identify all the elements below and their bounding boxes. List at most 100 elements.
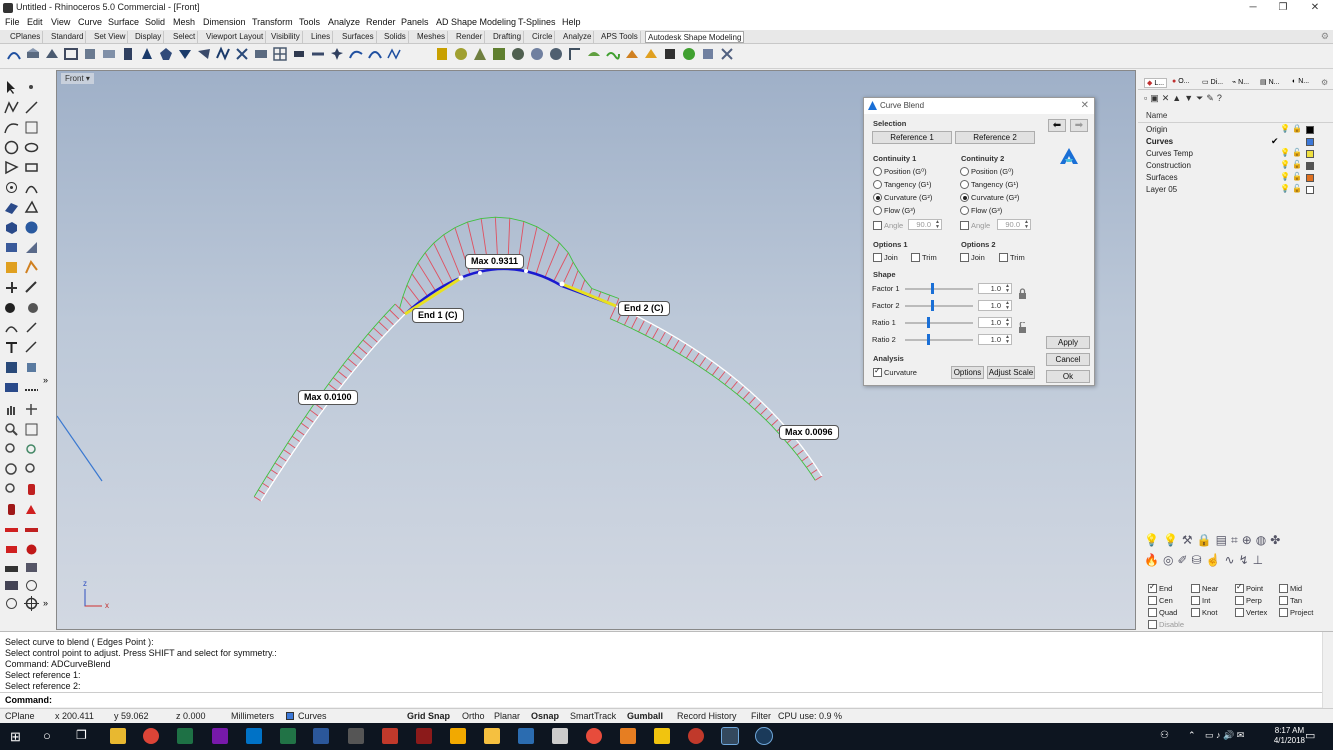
move-down-icon[interactable]: ▼ [1184,93,1196,103]
filter-toggle[interactable]: Filter [751,711,771,721]
filter-icon[interactable]: ⏷ [1196,93,1206,103]
osnap-near-checkbox[interactable]: Near [1191,584,1218,593]
project-icon[interactable] [280,728,296,744]
ratio1-slider[interactable] [905,317,973,328]
origin-color-swatch[interactable] [1306,126,1314,134]
adjust-scale-button[interactable]: Adjust Scale [987,366,1035,379]
dialog-close-button[interactable]: ✕ [1081,100,1089,111]
dimension-icon[interactable] [24,340,39,355]
layer-05[interactable]: Layer 05 [1146,185,1177,194]
red-tool-2-icon[interactable] [24,522,39,537]
crop-icon[interactable]: ⌗ [1231,533,1242,547]
app-icon-2[interactable] [382,728,398,744]
excel-icon[interactable] [177,728,193,744]
factor2-field[interactable]: 1.0 ▲ ▼ [978,300,1012,311]
mesh-tools-icon[interactable] [24,240,39,255]
surface-tools-2-icon[interactable] [24,200,39,215]
layer05-lock-icon[interactable]: 🔓 [1292,184,1302,193]
wave-icon[interactable]: ∿ [1225,553,1239,567]
rail-revolve-icon[interactable] [158,46,174,62]
end1-label[interactable]: End 1 (C) [412,308,464,323]
osnap-tan-checkbox[interactable]: Tan [1279,596,1302,605]
ratio1-slider-thumb[interactable] [927,317,931,328]
arc-tool-icon[interactable] [4,180,19,195]
c1-position-radio[interactable]: Position (G⁰) [873,167,927,176]
c2-flow-radio[interactable]: Flow (G³) [960,206,1002,215]
ad-shape-icon-6[interactable] [529,46,545,62]
tab-standard[interactable]: Standard [49,31,87,43]
layer-construction[interactable]: Construction [1146,161,1191,170]
patch-icon[interactable] [82,46,98,62]
angle2-checkbox[interactable]: Angle [960,221,990,230]
menu-dimension[interactable]: Dimension [203,17,246,27]
layer-surfaces[interactable]: Surfaces [1146,173,1178,182]
more-tools-chevron-icon[interactable]: » [43,375,48,385]
tab-solids[interactable]: Solids [382,31,409,43]
new-sublayer-icon[interactable]: ▣ [1150,93,1162,103]
tab-visibility[interactable]: Visibility [269,31,303,43]
menu-render[interactable]: Render [366,17,396,27]
red-tool-4-icon[interactable] [24,542,39,557]
tab-surfaces[interactable]: Surfaces [340,31,377,43]
menu-surface[interactable]: Surface [108,17,139,27]
ad-shape-icon-14[interactable] [681,46,697,62]
tab-autodesk-shape-modeling[interactable]: Autodesk Shape Modeling [645,31,745,43]
panel-tab-n1[interactable]: ⌁ N... [1232,78,1249,86]
origin-lock-icon[interactable]: 🔒 [1292,124,1302,133]
menu-edit[interactable]: Edit [27,17,43,27]
polyline-tool-icon[interactable] [4,100,19,115]
people-icon[interactable]: ⚇ [1160,730,1169,741]
app-icon-7[interactable] [586,728,602,744]
c2-tangency-radio[interactable]: Tangency (G¹) [960,180,1019,189]
move-icon[interactable] [24,280,39,295]
blend-control-point[interactable] [478,271,482,275]
layout-icon[interactable]: ▤ [1216,533,1231,547]
curve-icon[interactable] [348,46,364,62]
tab-circle[interactable]: Circle [530,31,556,43]
c1-flow-radio[interactable]: Flow (G³) [873,206,915,215]
factor1-spinner-icon[interactable]: ▲ ▼ [1005,284,1010,294]
gumball-toggle[interactable]: Gumball [627,711,663,721]
polygon-tool-icon[interactable] [4,160,19,175]
rotate-icon[interactable] [24,320,39,335]
menu-help[interactable]: Help [562,17,581,27]
layer-tool-icon[interactable] [4,560,19,575]
curves-temp-color-swatch[interactable] [1306,150,1314,158]
end2-control-point[interactable] [559,281,565,287]
command-scrollbar[interactable] [1322,632,1333,708]
toolbar-settings-icon[interactable]: ⚙ [1321,31,1329,42]
tab-lines[interactable]: Lines [309,31,334,43]
layer-curves[interactable]: Curves [1146,137,1173,146]
ad-shape-icon-1[interactable] [434,46,450,62]
print-icon[interactable] [24,560,39,575]
left-curve[interactable] [260,313,406,502]
target-2-icon[interactable]: ⊕ [1242,533,1256,547]
fillet-icon[interactable] [177,46,193,62]
point-icon[interactable] [24,80,39,95]
minimize-button[interactable]: ─ [1238,0,1268,16]
match-srf-icon[interactable] [215,46,231,62]
eraser-icon[interactable]: ✐ [1177,553,1191,567]
surfaces-bulb-icon[interactable]: 💡 [1280,172,1290,181]
osnap-cen-checkbox[interactable]: Cen [1148,596,1173,605]
blend-control-point[interactable] [524,269,528,273]
cylinder-2-icon[interactable] [4,502,19,517]
apply-button[interactable]: Apply [1046,336,1090,349]
clock[interactable]: 8:17 AM 4/1/2018 [1274,726,1305,746]
osnap-knot-checkbox[interactable]: Knot [1191,608,1217,617]
tray-icons[interactable]: ▭ ♪ 🔊 ✉ [1205,730,1244,741]
curves-temp-lock-icon[interactable]: 🔓 [1292,148,1302,157]
panel-tab-object[interactable]: ● O... [1172,78,1189,85]
app-icon-4[interactable] [450,728,466,744]
render-icon[interactable] [4,380,19,395]
dialog-title-bar[interactable]: Curve Blend ✕ [864,98,1094,114]
tray-chevron-icon[interactable]: ⌃ [1188,730,1196,741]
menu-panels[interactable]: Panels [401,17,429,27]
angle1-spinner-icon[interactable]: ▲ ▼ [935,220,940,230]
app-icon-1[interactable] [348,728,364,744]
c2-curvature-radio[interactable]: Curvature (G²) [960,193,1019,202]
text-icon[interactable] [4,340,19,355]
app-icon-5[interactable] [484,728,500,744]
ad-shape-icon-4[interactable] [491,46,507,62]
zoom-icon[interactable] [4,422,19,437]
